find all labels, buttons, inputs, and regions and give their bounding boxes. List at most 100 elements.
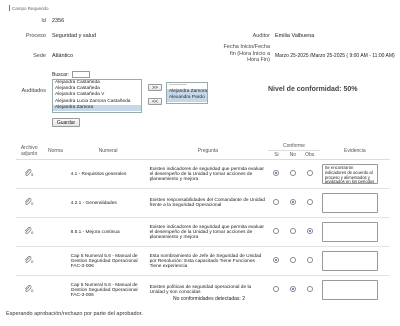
conforme-si-radio[interactable]: [273, 286, 280, 293]
conforme-no-cell: [284, 246, 302, 276]
table-row: 0 8.5.1 - Mejora continua Existen indicado…: [16, 217, 390, 247]
evidencia-cell: Se encontraron indicadores de acuerdo al…: [319, 159, 390, 189]
conforme-si-cell: [268, 188, 285, 218]
list-item[interactable]: Alexandra Pardo: [167, 95, 207, 102]
evidencia-cell: [319, 217, 390, 247]
conforme-si-radio[interactable]: [273, 199, 280, 205]
conforme-si-radio[interactable]: [273, 257, 280, 263]
conforme-obs-radio[interactable]: [307, 228, 314, 234]
numeral-cell: Cap 5 Numeral 5.6 - Manual de Gestion Se…: [68, 275, 148, 305]
header-si: Si: [268, 150, 285, 160]
evidencia-cell: [319, 275, 390, 305]
paperclip-icon[interactable]: 0: [24, 285, 34, 293]
conforme-si-radio[interactable]: [273, 170, 280, 176]
remove-auditado-button[interactable]: <<: [148, 98, 162, 105]
attachment-count: 5: [31, 172, 34, 177]
header-numeral: Numeral: [68, 142, 148, 160]
pregunta-cell: Esta nombramiento de Jefe de Seguridad d…: [147, 246, 269, 276]
auditor-value: Emilia Valbuena: [275, 33, 315, 39]
pregunta-cell: Existen indicadores de seguridad que per…: [147, 217, 269, 247]
evidencia-cell: [319, 246, 390, 276]
attachment-count: 0: [31, 259, 34, 264]
evidencia-cell: [319, 188, 390, 218]
search-input[interactable]: [72, 71, 90, 78]
numeral-cell: 4.2.1 - Generalidades: [68, 188, 148, 218]
evidencia-textarea[interactable]: [321, 280, 378, 301]
list-item[interactable]: Alejandra Lucia Zamora Castañeda: [53, 99, 141, 105]
paperclip-icon[interactable]: 0: [24, 256, 34, 264]
attachment-cell: 0: [16, 275, 43, 305]
evidencia-textarea[interactable]: Se encontraron indicadores de acuerdo al…: [321, 164, 378, 184]
conforme-si-cell: [268, 246, 285, 276]
proceso-label: Proceso: [25, 33, 46, 39]
header-pregunta: Pregunta: [147, 142, 269, 160]
header-norma: Norma: [42, 142, 69, 160]
conforme-si-radio[interactable]: [273, 228, 280, 234]
required-note: Campo Requerido: [9, 5, 49, 11]
numeral-cell: 8.5.1 - Mejora continua: [68, 217, 148, 247]
conforme-obs-cell: [301, 246, 320, 276]
attachment-count: 0: [31, 288, 34, 294]
nonconformities-count: No conformidades detectadas: 2: [173, 296, 245, 302]
available-auditados-list[interactable]: Alejandra Castañeda Alejandra Castañeda …: [52, 79, 142, 113]
add-auditado-button[interactable]: >>: [148, 84, 162, 91]
proceso-value: Seguridad y salud: [52, 33, 97, 39]
sede-label: Sede: [33, 53, 46, 59]
conforme-obs-cell: [301, 217, 320, 247]
norma-cell: [42, 217, 69, 247]
attachment-cell: 5: [16, 159, 43, 189]
save-button[interactable]: Guardar: [52, 118, 80, 127]
header-obs: Obs.: [301, 150, 320, 160]
evidencia-textarea[interactable]: [321, 222, 378, 242]
auditor-label: Auditor: [252, 33, 270, 39]
status-message: Esperando aprobación/rechazo por parte d…: [6, 311, 143, 317]
conforme-no-radio[interactable]: [289, 286, 296, 293]
id-label: Id: [41, 18, 46, 24]
conforme-no-cell: [284, 275, 302, 305]
header-archivo: Archivo adjunto: [16, 142, 43, 160]
paperclip-icon[interactable]: 5: [24, 169, 34, 177]
buscar-label: Buscar:: [52, 72, 69, 78]
conforme-no-radio[interactable]: [289, 199, 296, 205]
conforme-obs-cell: [301, 159, 320, 189]
norma-cell: [42, 275, 69, 305]
pregunta-cell: Existen responsabilidades del Comandante…: [147, 188, 269, 218]
table-row: 0 Cap 5 Numeral 5.6 - Manual de Gestion S…: [16, 246, 390, 276]
list-item[interactable]: Alejandra Zamora: [53, 104, 141, 112]
conforme-si-cell: [268, 275, 285, 305]
attachment-cell: 0: [16, 188, 43, 218]
attachment-count: 0: [31, 201, 34, 206]
paperclip-icon[interactable]: 0: [24, 227, 34, 235]
attachment-count: 0: [31, 230, 34, 235]
pregunta-cell: Existen indicadores de seguridad que per…: [147, 159, 269, 189]
conforme-no-radio[interactable]: [289, 170, 296, 176]
conforme-obs-radio[interactable]: [307, 170, 314, 176]
fecha-label: Fecha Inicio/Fecha fin (Hora Inicio a Ho…: [205, 44, 270, 64]
selected-auditados-list[interactable]: ----------- Alejandra Zamora Alexandra P…: [166, 82, 208, 104]
conforme-obs-cell: [301, 188, 320, 218]
conforme-no-cell: [284, 217, 302, 247]
header-no: No: [284, 150, 302, 160]
attachment-cell: 0: [16, 246, 43, 276]
id-value: 2356: [52, 18, 65, 24]
conforme-no-radio[interactable]: [289, 228, 296, 234]
evidencia-textarea[interactable]: [321, 193, 378, 213]
conforme-no-cell: [284, 159, 302, 189]
required-marker: [9, 5, 10, 11]
conforme-no-radio[interactable]: [289, 257, 296, 263]
conforme-obs-cell: [301, 275, 320, 305]
auditados-label: Auditados: [21, 88, 46, 94]
paperclip-icon[interactable]: 0: [24, 198, 34, 206]
required-note-text: Campo Requerido: [12, 5, 49, 11]
conforme-obs-radio[interactable]: [307, 199, 314, 205]
conforme-no-cell: [284, 188, 302, 218]
norma-cell: [42, 246, 69, 276]
conforme-si-cell: [268, 159, 285, 189]
fecha-value: Marzo 25-2025 /Marzo 25-2025 ( 9:00 AM -…: [275, 53, 395, 59]
conforme-obs-radio[interactable]: [307, 286, 314, 293]
attachment-cell: 0: [16, 217, 43, 247]
table-row: 5 4.1 - Requisitos generales Existen indic…: [16, 159, 390, 189]
header-conforme: Conforme: [268, 142, 320, 151]
conforme-obs-radio[interactable]: [307, 257, 314, 263]
evidencia-textarea[interactable]: [321, 251, 378, 271]
